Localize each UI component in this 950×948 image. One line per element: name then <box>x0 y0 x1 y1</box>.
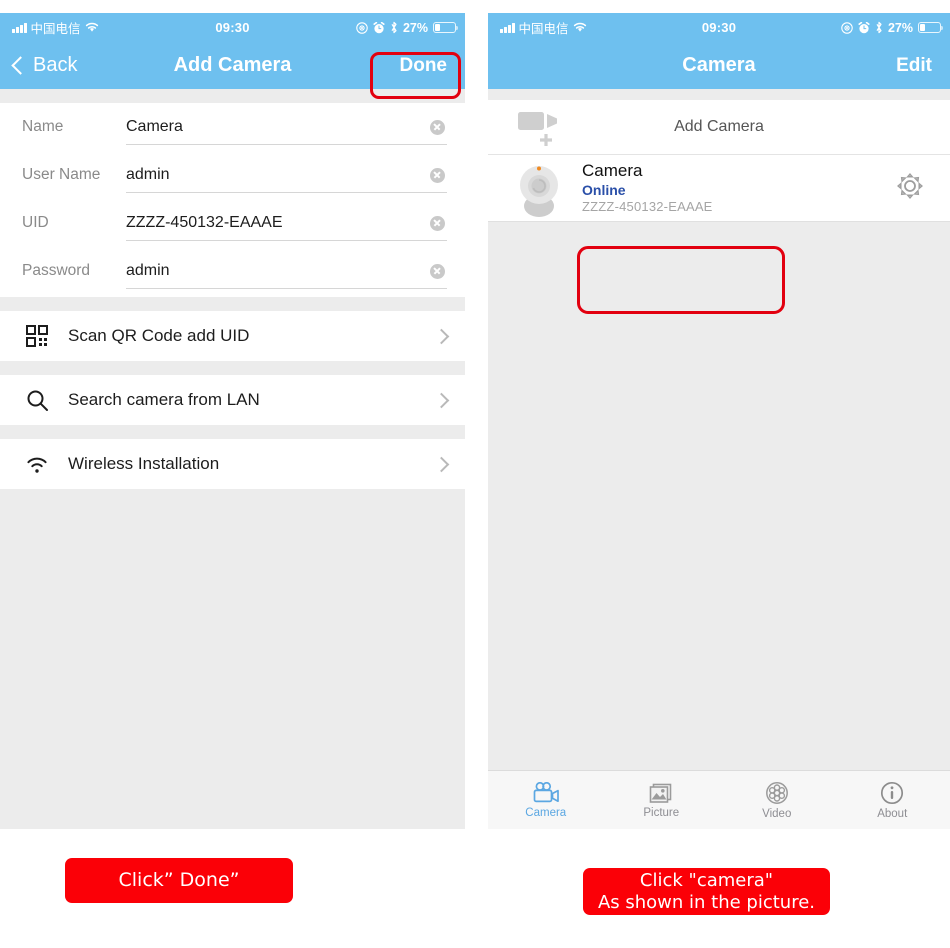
battery-icon <box>918 22 944 33</box>
bottom-tab-bar: Camera Picture Video About <box>488 770 950 829</box>
qr-code-icon <box>22 325 52 347</box>
section-gap <box>0 361 465 375</box>
location-icon <box>356 21 368 34</box>
camera-list-item[interactable]: Camera Online ZZZZ-450132-EAAAE <box>488 155 950 222</box>
wireless-install-row[interactable]: Wireless Installation <box>0 439 465 489</box>
caption-click-done: Click” Done” <box>65 858 293 903</box>
tab-video[interactable]: Video <box>719 771 835 829</box>
clear-icon[interactable] <box>430 263 445 279</box>
camera-status-badge: Online <box>582 181 626 198</box>
field-label: UID <box>22 214 49 231</box>
field-label: Password <box>22 262 91 279</box>
bluetooth-icon <box>876 21 882 34</box>
username-input[interactable]: admin <box>126 166 430 184</box>
add-camera-label: Add Camera <box>674 118 764 135</box>
page-title: Camera <box>682 54 756 76</box>
field-underline <box>126 240 447 241</box>
camera-info: Camera Online ZZZZ-450132-EAAAE <box>582 161 896 214</box>
camera-thumbnail-icon <box>510 159 568 217</box>
section-gap <box>0 89 465 103</box>
uid-input[interactable]: ZZZZ-450132-EAAAE <box>126 214 430 232</box>
password-input[interactable]: admin <box>126 262 430 280</box>
tab-label: Picture <box>643 806 680 819</box>
camera-uid: ZZZZ-450132-EAAAE <box>582 198 713 214</box>
add-camera-row[interactable]: Add Camera <box>488 100 950 155</box>
caption-text: Click” Done” <box>118 869 240 892</box>
field-row-uid[interactable]: UID ZZZZ-450132-EAAAE <box>0 199 465 247</box>
tab-about[interactable]: About <box>835 771 950 829</box>
field-row-username[interactable]: User Name admin <box>0 151 465 199</box>
alarm-clock-icon <box>373 21 385 33</box>
field-row-password[interactable]: Password admin <box>0 247 465 295</box>
clear-icon[interactable] <box>430 119 445 135</box>
location-icon <box>841 21 853 34</box>
status-bar-right-group: 27% <box>841 20 944 35</box>
status-bar-right: 中国电信 09:30 27% <box>488 13 950 42</box>
search-icon <box>22 389 52 412</box>
chevron-right-icon <box>433 328 450 344</box>
battery-icon <box>433 22 459 33</box>
photo-icon <box>649 783 672 803</box>
section-gap <box>0 489 465 503</box>
caption-text-line2: As shown in the picture. <box>597 891 816 913</box>
status-bar-left: 中国电信 09:30 27% <box>0 13 465 42</box>
field-underline <box>126 144 447 145</box>
battery-percent-label: 27% <box>887 20 913 35</box>
camera-row-highlight-box <box>577 246 785 314</box>
section-gap <box>0 425 465 439</box>
battery-percent-label: 27% <box>402 20 428 35</box>
video-camera-icon <box>533 781 559 802</box>
section-gap <box>0 297 465 311</box>
edit-button[interactable]: Edit <box>896 42 932 89</box>
scan-qr-label: Scan QR Code add UID <box>68 326 250 345</box>
clear-icon[interactable] <box>430 167 445 183</box>
field-underline <box>126 192 447 193</box>
field-label: User Name <box>22 166 101 183</box>
status-bar-right-group: 27% <box>356 20 459 35</box>
scan-qr-row[interactable]: Scan QR Code add UID <box>0 311 465 361</box>
bluetooth-icon <box>391 21 397 34</box>
name-input[interactable]: Camera <box>126 118 430 136</box>
caption-click-camera: Click "camera" As shown in the picture. <box>583 868 830 915</box>
done-button[interactable]: Done <box>400 42 448 89</box>
caption-text-line1: Click "camera" <box>639 870 774 892</box>
camera-name: Camera <box>582 161 643 181</box>
tab-label: Video <box>762 807 792 820</box>
wireless-install-label: Wireless Installation <box>68 454 220 473</box>
search-lan-row[interactable]: Search camera from LAN <box>0 375 465 425</box>
section-gap <box>488 89 950 100</box>
tab-picture[interactable]: Picture <box>604 771 720 829</box>
left-phone-screen: 中国电信 09:30 27% Back Add Camera Done Name… <box>0 13 465 829</box>
right-screen-content: Add Camera Camera Online ZZZZ-450132-EAA… <box>488 89 950 829</box>
field-label: Name <box>22 118 64 135</box>
clear-icon[interactable] <box>430 215 445 231</box>
chevron-right-icon <box>433 456 450 472</box>
left-nav-bar: Back Add Camera Done <box>0 42 465 89</box>
left-screen-content: Name Camera User Name admin UID ZZZZ-450… <box>0 89 465 829</box>
wifi-icon <box>22 454 52 474</box>
chevron-right-icon <box>433 392 450 408</box>
right-nav-bar: Camera Edit <box>488 42 950 89</box>
right-phone-screen: 中国电信 09:30 27% Camera Edit Add Camera Ca… <box>488 13 950 829</box>
alarm-clock-icon <box>858 21 870 33</box>
search-lan-label: Search camera from LAN <box>68 390 260 409</box>
page-title: Add Camera <box>173 54 292 76</box>
gear-icon[interactable] <box>896 172 924 205</box>
field-underline <box>126 288 447 289</box>
info-icon <box>881 781 904 804</box>
film-reel-icon <box>765 781 788 804</box>
tab-label: Camera <box>525 806 567 819</box>
tab-label: About <box>877 807 908 820</box>
tab-camera[interactable]: Camera <box>488 771 604 829</box>
camera-form: Name Camera User Name admin UID ZZZZ-450… <box>0 103 465 297</box>
field-row-name[interactable]: Name Camera <box>0 103 465 151</box>
